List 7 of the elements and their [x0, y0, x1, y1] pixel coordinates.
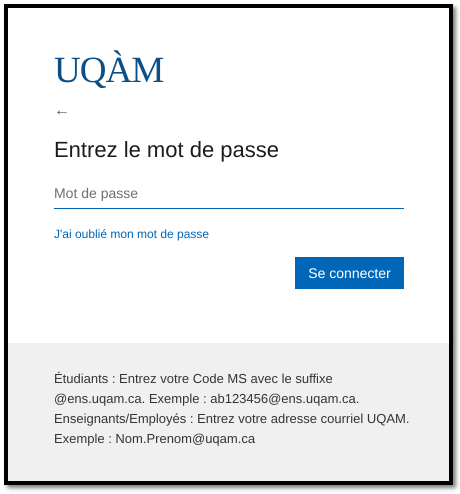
page-title: Entrez le mot de passe	[54, 136, 280, 164]
sign-in-button[interactable]: Se connecter	[295, 257, 404, 289]
footer-text: Étudiants : Entrez votre Code MS avec le suffixe @ens.uqam.ca. Exemple : ab123456@ens.uqam.ca. Enseignants/Employés : Entrez votre adresse courriel UQAM. Exemple : Nom.Prenom@uqam.ca	[54, 370, 410, 448]
forgot-password-link[interactable]: J'ai oublié mon mot de passe	[54, 226, 210, 242]
logo: UQÀM	[54, 49, 164, 93]
password-field[interactable]: Mot de passe	[54, 177, 404, 209]
back-button[interactable]: ←	[54, 101, 70, 121]
